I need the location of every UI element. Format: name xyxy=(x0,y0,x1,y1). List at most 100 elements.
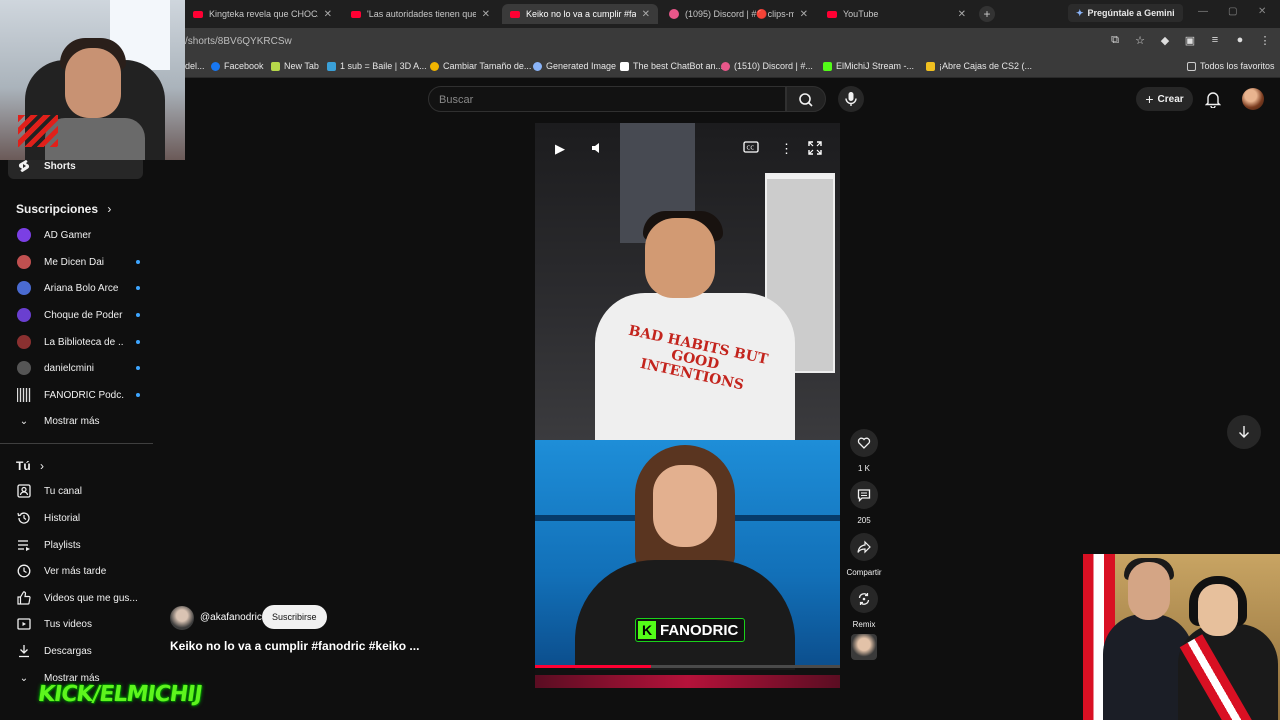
subscription-item[interactable]: danielcmini xyxy=(16,357,140,379)
captions-icon[interactable]: CC xyxy=(743,141,759,156)
play-icon[interactable]: ▶ xyxy=(555,141,565,157)
close-tab-icon[interactable]: ✕ xyxy=(324,9,332,20)
sidebar-item-downloads[interactable]: Descargas xyxy=(16,640,140,662)
search-input[interactable]: Buscar xyxy=(428,86,786,112)
subscription-item[interactable]: Me Dicen Dai xyxy=(16,251,140,273)
all-bookmarks[interactable]: Todos los favoritos xyxy=(1187,61,1275,71)
gemini-button[interactable]: ✦ Pregúntale a Gemini xyxy=(1068,4,1183,22)
browser-tab[interactable]: Kingteka revela que CHOCARO ✕ xyxy=(185,4,340,24)
bookmark-item[interactable]: The best ChatBot an... xyxy=(620,61,723,71)
new-tab-button[interactable]: + xyxy=(979,6,995,22)
extensions-puzzle-icon[interactable]: ▣ xyxy=(1183,34,1197,47)
next-short-button[interactable] xyxy=(1227,415,1261,449)
close-tab-icon[interactable]: ✕ xyxy=(482,9,490,20)
video-bottom-panel: K FANODRIC xyxy=(535,440,840,670)
subscription-item[interactable]: AD Gamer xyxy=(16,224,140,246)
media-controls-icon[interactable]: ≡ xyxy=(1208,34,1222,47)
search-button[interactable] xyxy=(786,86,826,112)
minimize-icon[interactable]: — xyxy=(1198,6,1208,17)
channel-avatar[interactable] xyxy=(170,606,194,630)
subscription-name: AD Gamer xyxy=(44,229,92,241)
fullscreen-icon[interactable] xyxy=(808,141,822,158)
fanodric-watermark: K FANODRIC xyxy=(635,618,746,642)
bookmark-item[interactable]: New Tab xyxy=(271,61,319,71)
voice-search-button[interactable] xyxy=(838,86,864,112)
subscriptions-heading[interactable]: Suscripciones › xyxy=(16,202,111,216)
youtube-favicon-icon xyxy=(351,10,361,18)
sidebar-divider xyxy=(0,443,153,444)
browser-tab[interactable]: YouTube ✕ xyxy=(819,4,974,24)
sidebar-item-liked-videos[interactable]: Videos que me gus... xyxy=(16,587,140,609)
bookmark-label: The best ChatBot an... xyxy=(633,61,724,71)
shorts-video-player[interactable]: BAD HABITS BUT GOOD INTENTIONS K FANODRI… xyxy=(535,123,840,688)
remix-label: Remix xyxy=(852,620,876,629)
share-action[interactable]: Compartir xyxy=(846,533,882,577)
short-title[interactable]: Keiko no lo va a cumplir #fanodric #keik… xyxy=(170,639,419,653)
create-label: Crear xyxy=(1157,93,1184,105)
channel-avatar xyxy=(16,280,32,296)
subscription-item[interactable]: Choque de Poder xyxy=(16,304,140,326)
profile-icon[interactable]: ● xyxy=(1233,34,1247,47)
bookmark-item[interactable]: 1 sub = Baile | 3D A... xyxy=(327,61,427,71)
create-button[interactable]: + Crear xyxy=(1136,87,1193,111)
volume-icon[interactable] xyxy=(590,141,604,158)
sound-source-avatar[interactable] xyxy=(851,634,877,660)
like-button[interactable] xyxy=(850,429,878,457)
browser-tab[interactable]: 'Las autoridades tienen que es ✕ xyxy=(343,4,498,24)
tab-title: Kingteka revela que CHOCARO xyxy=(209,9,318,19)
subscription-item[interactable]: Ariana Bolo Arce xyxy=(16,277,140,299)
subscription-item[interactable]: FANODRIC Podc... xyxy=(16,384,140,406)
you-heading[interactable]: Tú › xyxy=(16,459,44,473)
install-app-icon[interactable]: ⧉ xyxy=(1108,34,1122,47)
menu-kebab-icon[interactable]: ⋮ xyxy=(1258,34,1272,47)
channel-avatar xyxy=(16,360,32,376)
bookmark-item[interactable]: ElMichiJ Stream -... xyxy=(823,61,914,71)
sidebar-item-your-channel[interactable]: Tu canal xyxy=(16,480,140,502)
bookmark-item[interactable]: ¡Abre Cajas de CS2 (... xyxy=(926,61,1032,71)
plus-icon: + xyxy=(1145,91,1154,107)
account-avatar[interactable] xyxy=(1242,88,1264,110)
comments-button[interactable] xyxy=(850,481,878,509)
maximize-icon[interactable]: ▢ xyxy=(1228,6,1237,17)
channel-handle[interactable]: @akafanodric xyxy=(200,612,262,623)
comments-action[interactable]: 205 xyxy=(849,481,879,525)
like-icon xyxy=(16,590,32,606)
sidebar-item-watch-later[interactable]: Ver más tarde xyxy=(16,560,140,582)
share-label: Compartir xyxy=(846,568,882,577)
more-options-icon[interactable]: ⋮ xyxy=(780,141,793,157)
extension-icon[interactable]: ◆ xyxy=(1158,34,1172,47)
sidebar-item-label: Descargas xyxy=(44,645,92,657)
bookmark-item[interactable]: Generated Image xyxy=(533,61,616,71)
sidebar-item-history[interactable]: Historial xyxy=(16,507,140,529)
notifications-button[interactable] xyxy=(1204,90,1222,113)
your-videos-icon xyxy=(16,616,32,632)
search-placeholder: Buscar xyxy=(439,94,474,106)
bookmark-item[interactable]: Cambiar Tamaño de... xyxy=(430,61,531,71)
close-tab-icon[interactable]: ✕ xyxy=(958,9,966,20)
remix-button[interactable] xyxy=(850,585,878,613)
new-content-dot xyxy=(136,340,140,344)
bookmark-item[interactable]: del... xyxy=(185,61,205,71)
close-tab-icon[interactable]: ✕ xyxy=(800,9,808,20)
bookmark-item[interactable]: (1510) Discord | #... xyxy=(721,61,813,71)
sidebar-item-playlists[interactable]: Playlists xyxy=(16,534,140,556)
new-content-dot xyxy=(136,260,140,264)
bookmark-star-icon[interactable]: ☆ xyxy=(1133,34,1147,47)
browser-tab[interactable]: (1095) Discord | #🔴clips-mem ✕ xyxy=(661,4,816,24)
close-tab-icon[interactable]: ✕ xyxy=(642,9,650,20)
url-field[interactable]: /shorts/8BV6QYKRCSw xyxy=(185,36,292,47)
show-more-subscriptions[interactable]: ⌄ Mostrar más xyxy=(16,410,140,432)
like-action[interactable]: 1 K xyxy=(849,429,879,473)
share-button[interactable] xyxy=(850,533,878,561)
channel-avatar xyxy=(16,334,32,350)
sidebar-item-your-videos[interactable]: Tus videos xyxy=(16,613,140,635)
bookmark-item[interactable]: Facebook xyxy=(211,61,264,71)
subscribe-button[interactable]: Suscribirse xyxy=(262,605,327,629)
close-window-icon[interactable]: ✕ xyxy=(1258,6,1266,17)
remix-action[interactable]: Remix xyxy=(849,585,879,629)
subscription-item[interactable]: La Biblioteca de ... xyxy=(16,331,140,353)
photo-man-face xyxy=(1128,562,1170,620)
browser-tab-active[interactable]: Keiko no lo va a cumplir #fano ✕ xyxy=(502,4,658,24)
video-progress-bar[interactable] xyxy=(535,665,840,668)
svg-text:CC: CC xyxy=(747,146,755,152)
